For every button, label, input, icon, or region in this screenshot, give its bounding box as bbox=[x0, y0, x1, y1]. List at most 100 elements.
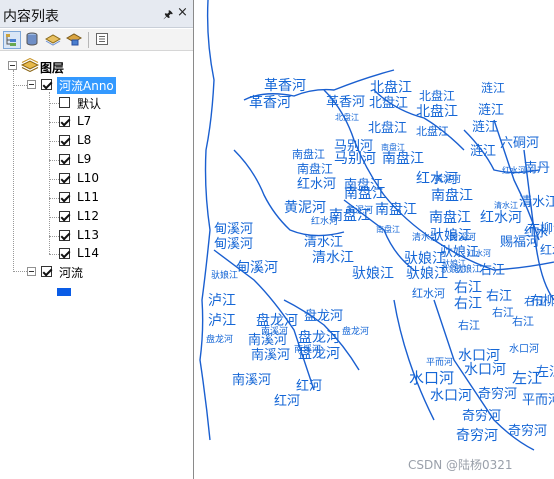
class-label-l7[interactable]: L7 bbox=[77, 114, 91, 128]
map-label: 南盘江 bbox=[382, 150, 424, 167]
map-label: 黄泥河 bbox=[346, 204, 373, 216]
map-canvas[interactable]: 革香河 革香河 革香河 北盘江 北盘江 北盘江 北盘江 北盘江 北盘江 北盘江 … bbox=[194, 0, 554, 479]
tree-connector bbox=[49, 179, 59, 180]
map-label: 南溪河 bbox=[294, 343, 321, 355]
collapse-layers-button[interactable] bbox=[8, 61, 17, 70]
map-label: 南盘江 bbox=[344, 177, 383, 193]
class-checkbox-l14[interactable] bbox=[59, 248, 70, 259]
map-label: 革香河 bbox=[264, 78, 306, 94]
map-label: 右江 bbox=[512, 314, 534, 328]
class-label-l9[interactable]: L9 bbox=[77, 152, 91, 166]
close-icon[interactable]: × bbox=[177, 5, 188, 20]
river-line bbox=[199, 0, 215, 441]
map-label: 红水河 bbox=[311, 215, 338, 227]
river-symbol-swatch[interactable] bbox=[57, 288, 71, 296]
list-by-selection-icon[interactable] bbox=[65, 31, 84, 49]
annotation-labels: 革香河 革香河 革香河 北盘江 北盘江 北盘江 北盘江 北盘江 北盘江 北盘江 … bbox=[206, 78, 554, 444]
map-label: 泸江 bbox=[208, 293, 236, 309]
tree-connector bbox=[49, 103, 59, 104]
map-label: 甸溪河 bbox=[214, 237, 253, 252]
map-label: 北盘江 bbox=[335, 112, 359, 122]
list-by-drawing-order-icon[interactable] bbox=[3, 31, 21, 49]
map-label: 驮娘江 bbox=[211, 269, 238, 281]
tree-connector bbox=[49, 217, 59, 218]
map-label: 清水江 bbox=[519, 195, 554, 210]
map-label: 革香河 bbox=[249, 95, 291, 111]
map-label: 清水江 bbox=[312, 250, 354, 266]
toc-title: 内容列表 bbox=[3, 9, 59, 25]
class-checkbox-l12[interactable] bbox=[59, 211, 70, 222]
map-label: 红水河 bbox=[416, 171, 458, 187]
map-label: 红水 bbox=[540, 242, 554, 257]
class-checkbox-default[interactable] bbox=[59, 97, 70, 108]
map-label: 清水江 bbox=[304, 235, 343, 250]
map-label: 六硐河 bbox=[500, 136, 539, 151]
list-by-visibility-icon[interactable] bbox=[44, 31, 63, 49]
map-label: 黄泥河 bbox=[284, 199, 326, 216]
map-label: 右江 bbox=[524, 294, 546, 308]
class-checkbox-l8[interactable] bbox=[59, 135, 70, 146]
river-layer-checkbox[interactable] bbox=[41, 266, 52, 277]
tree-connector bbox=[49, 198, 59, 199]
map-label: 右江 bbox=[486, 289, 512, 304]
map-label: 红水河 bbox=[297, 176, 336, 192]
class-label-l14[interactable]: L14 bbox=[77, 246, 99, 260]
map-label: 右江 bbox=[454, 280, 482, 296]
anno-layer-checkbox[interactable] bbox=[41, 79, 52, 90]
map-label: 盘龙河 bbox=[304, 308, 343, 324]
collapse-anno-layer-button[interactable] bbox=[27, 80, 36, 89]
collapse-river-layer-button[interactable] bbox=[27, 267, 36, 276]
layers-icon bbox=[20, 57, 40, 75]
map-label: 南溪河 bbox=[251, 347, 290, 363]
map-label: 驮娘江 bbox=[352, 266, 394, 282]
class-checkbox-l7[interactable] bbox=[59, 116, 70, 127]
anno-layer-label[interactable]: 河流Anno bbox=[57, 77, 116, 94]
map-label: 水口河 bbox=[464, 362, 506, 378]
map-label: 南盘江 bbox=[292, 147, 325, 161]
map-label: 平而河 bbox=[522, 393, 554, 408]
map-label: 北盘江 bbox=[369, 95, 408, 111]
map-label: 甸溪河 bbox=[214, 222, 253, 237]
class-checkbox-l9[interactable] bbox=[59, 154, 70, 165]
map-label: 涟江 bbox=[478, 102, 504, 118]
map-label: 驮娘江 bbox=[441, 264, 465, 274]
map-label: 泸江 bbox=[208, 313, 236, 329]
options-icon[interactable] bbox=[94, 31, 112, 49]
class-checkbox-l11[interactable] bbox=[59, 192, 70, 203]
map-label: 平而河 bbox=[426, 356, 453, 368]
map-label: 涟江 bbox=[472, 119, 498, 135]
map-label: 南盘江 bbox=[376, 224, 400, 234]
map-label: 北盘江 bbox=[370, 79, 412, 96]
layers-root-label[interactable]: 图层 bbox=[40, 59, 64, 76]
map-view[interactable]: 革香河 革香河 革香河 北盘江 北盘江 北盘江 北盘江 北盘江 北盘江 北盘江 … bbox=[194, 0, 554, 479]
tree-connector bbox=[13, 70, 14, 272]
class-checkbox-l13[interactable] bbox=[59, 230, 70, 241]
map-label: 右江 bbox=[492, 305, 514, 319]
class-label-l11[interactable]: L11 bbox=[77, 190, 99, 204]
map-label: 右江 bbox=[479, 263, 505, 278]
river-layer-label[interactable]: 河流 bbox=[59, 264, 83, 281]
map-label: 盘龙河 bbox=[206, 333, 233, 345]
map-label: 红河 bbox=[274, 393, 300, 409]
class-checkbox-l10[interactable] bbox=[59, 173, 70, 184]
map-label: 水口河 bbox=[430, 388, 472, 404]
class-label-l10[interactable]: L10 bbox=[77, 171, 99, 185]
class-label-l13[interactable]: L13 bbox=[77, 228, 99, 242]
list-by-source-icon[interactable] bbox=[24, 31, 42, 49]
map-label: 奇穷河 bbox=[462, 408, 501, 424]
map-label: 盘龙河 bbox=[342, 325, 369, 337]
map-label: 右江 bbox=[458, 318, 480, 332]
map-label: 奇穷河 bbox=[508, 423, 547, 439]
tree-connector bbox=[13, 85, 27, 86]
csdn-watermark: CSDN @陆杨0321 bbox=[408, 458, 513, 472]
map-label: 清水江 bbox=[494, 200, 518, 210]
class-label-l12[interactable]: L12 bbox=[77, 209, 99, 223]
map-label: 盘龙河 bbox=[298, 329, 340, 346]
class-label-l8[interactable]: L8 bbox=[77, 133, 91, 147]
map-label: 驮娘江 bbox=[430, 228, 472, 244]
tree-connector bbox=[49, 160, 59, 161]
class-label-default[interactable]: 默认 bbox=[77, 95, 101, 112]
tree-connector bbox=[49, 122, 59, 123]
map-label: 水口河 bbox=[409, 369, 454, 387]
pin-icon[interactable]: 🖈︎ bbox=[163, 6, 173, 25]
